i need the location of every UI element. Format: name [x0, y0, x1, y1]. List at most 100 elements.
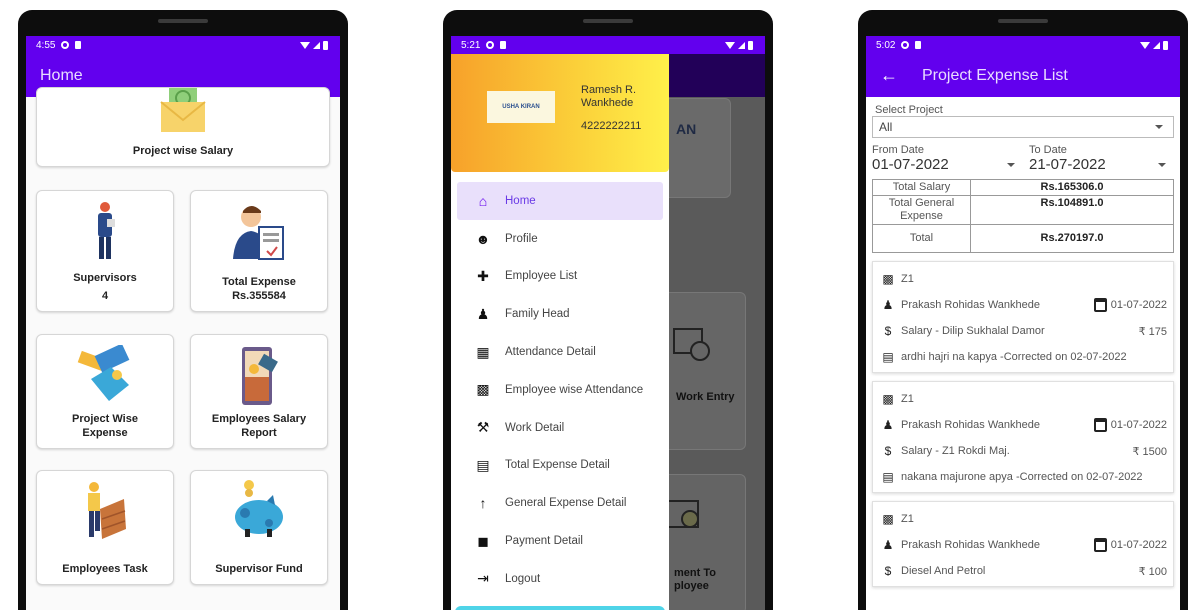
- dropdown-arrow-icon: [1158, 162, 1166, 167]
- building-icon: ▩: [882, 272, 894, 286]
- salary-report-icon: [242, 347, 278, 405]
- menu-item-label: Attendance Detail: [505, 346, 596, 359]
- card-project-wise-salary[interactable]: Project wise Salary: [36, 87, 330, 167]
- salary-icon: $: [884, 324, 892, 338]
- expense-entry[interactable]: ▩ Z1 ♟ Prakash Rohidas Wankhede 01-07-2022 …: [872, 381, 1174, 493]
- group-icon: ♟: [882, 418, 894, 432]
- card-label: ment To ployee: [674, 567, 716, 593]
- sd-card-icon: [500, 41, 507, 49]
- summary-row: Total Rs.270197.0: [872, 224, 1174, 253]
- salary-envelope-icon: [160, 88, 206, 132]
- entry-category: Salary - Dilip Sukhalal Damor: [901, 325, 1045, 337]
- card-label: Employees Salary: [211, 413, 307, 425]
- note-icon: ▤: [882, 350, 894, 364]
- home-screen: 4:55 Home Project wise Salary Supervisor…: [26, 36, 340, 610]
- card-label: Work Entry: [676, 391, 735, 403]
- badge-icon: ▩: [476, 381, 490, 398]
- summary-row: Total Salary Rs.165306.0: [872, 179, 1174, 196]
- card-employees-task[interactable]: Employees Task: [36, 470, 174, 585]
- back-arrow-icon[interactable]: ←: [880, 65, 898, 86]
- card-supervisors[interactable]: Supervisors 4: [36, 190, 174, 312]
- card-total-expense[interactable]: Total Expense Rs.355584: [190, 190, 328, 312]
- entry-amount: ₹ 175: [1138, 325, 1167, 338]
- expense-report-icon: [233, 206, 284, 260]
- menu-item-label: Family Head: [505, 308, 570, 321]
- group-icon: ♟: [882, 298, 894, 312]
- settings-icon: [61, 41, 70, 49]
- nav-drawer: USHA KIRAN Ramesh R. Wankhede 4222222211…: [451, 54, 669, 610]
- menu-item-employee-list[interactable]: ✚ Employee List: [457, 258, 663, 296]
- home-icon: ⌂: [478, 192, 488, 209]
- summary-value: Rs.165306.0: [970, 179, 1174, 196]
- sd-card-icon: [75, 41, 82, 49]
- menu-item-label: Home: [505, 194, 536, 207]
- signal-icon: [313, 41, 320, 49]
- menu-item-payment-detail[interactable]: ◼ Payment Detail: [457, 522, 663, 560]
- menu-item-logout[interactable]: ⇥ Logout: [457, 560, 663, 598]
- summary-key: Total Salary: [872, 179, 971, 196]
- card-label: Project wise Salary: [132, 145, 234, 157]
- entry-category: Diesel And Petrol: [901, 565, 986, 577]
- to-date-value: 21-07-2022: [1029, 156, 1106, 173]
- piggy-bank-icon: [235, 480, 283, 537]
- status-bar: 4:55: [26, 36, 340, 54]
- menu-item-employee-wise-attendance[interactable]: ▩ Employee wise Attendance: [457, 371, 663, 409]
- phone-expense-list: 5:02 ← Project Expense List Select Proje…: [858, 10, 1188, 610]
- expense-entry[interactable]: ▩ Z1 ♟ Prakash Rohidas Wankhede 01-07-2022 …: [872, 261, 1174, 373]
- card-value: 4: [101, 290, 109, 302]
- card-label-line1: ment To: [674, 567, 716, 579]
- menu-item-label: Employee wise Attendance: [505, 383, 644, 396]
- payment-icon: [667, 500, 699, 528]
- note-icon: ▤: [882, 470, 894, 484]
- from-date-picker[interactable]: From Date 01-07-2022: [872, 144, 1023, 173]
- expense-entry[interactable]: ▩ Z1 ♟ Prakash Rohidas Wankhede 01-07-2022 …: [872, 501, 1174, 587]
- menu-item-attendance-detail[interactable]: ▦ Attendance Detail: [457, 333, 663, 371]
- summary-table: Total Salary Rs.165306.0 Total General E…: [872, 179, 1174, 253]
- menu-item-work-detail[interactable]: ⚒ Work Detail: [457, 409, 663, 447]
- card-project-wise-expense[interactable]: Project Wise Expense: [36, 334, 174, 449]
- building-icon: ▩: [882, 392, 894, 406]
- battery-icon: [323, 40, 328, 50]
- summary-value: Rs.104891.0: [970, 195, 1174, 225]
- project-select[interactable]: All: [872, 116, 1174, 138]
- to-date-picker[interactable]: To Date 21-07-2022: [1023, 144, 1174, 173]
- wallet-card-icon: [77, 345, 130, 401]
- menu-item-total-expense-detail[interactable]: ▤ Total Expense Detail: [457, 447, 663, 485]
- entry-person: Prakash Rohidas Wankhede: [901, 419, 1041, 431]
- menu-item-general-expense-detail[interactable]: ↑ General Expense Detail: [457, 484, 663, 522]
- drawer-footer: [455, 606, 665, 610]
- card-label: Supervisors: [73, 272, 137, 284]
- summary-row: Total General Expense Rs.104891.0: [872, 195, 1174, 225]
- building-icon: ▩: [882, 512, 894, 526]
- group-icon: ♟: [882, 538, 894, 552]
- menu-item-home[interactable]: ⌂ Home: [457, 182, 663, 220]
- battery-icon: [1163, 40, 1168, 50]
- company-logo: USHA KIRAN: [487, 91, 555, 123]
- menu-item-label: Profile: [505, 232, 538, 245]
- select-project-label: Select Project: [875, 104, 943, 116]
- settings-icon: [901, 41, 910, 49]
- card-label: Total Expense: [222, 276, 296, 288]
- entry-project: Z1: [901, 513, 914, 525]
- menu-item-label: General Expense Detail: [505, 497, 627, 510]
- wifi-icon: [300, 41, 310, 49]
- card-supervisor-fund[interactable]: Supervisor Fund: [190, 470, 328, 585]
- summary-key: Total General Expense: [872, 195, 971, 225]
- calendar-icon: [1093, 538, 1107, 552]
- dropdown-arrow-icon: [1007, 162, 1015, 167]
- drawer-screen: 5:21 AN Work Entry ment To ployee USHA K…: [451, 36, 765, 610]
- status-time: 4:55: [36, 39, 56, 51]
- entry-project: Z1: [901, 393, 914, 405]
- phone-home: 4:55 Home Project wise Salary Supervisor…: [18, 10, 348, 610]
- tools-icon: ⚒: [476, 419, 490, 436]
- group-icon: ♟: [476, 305, 490, 322]
- phone-drawer: 5:21 AN Work Entry ment To ployee USHA K…: [443, 10, 773, 610]
- menu-item-family-head[interactable]: ♟ Family Head: [457, 295, 663, 333]
- summary-key: Total: [872, 224, 971, 253]
- summary-value: Rs.270197.0: [970, 224, 1174, 253]
- menu-item-profile[interactable]: ☻ Profile: [457, 220, 663, 258]
- menu-item-label: Total Expense Detail: [505, 459, 610, 472]
- battery-icon: [748, 40, 753, 50]
- from-date-label: From Date: [872, 144, 924, 156]
- card-employees-salary-report[interactable]: Employees Salary Report: [190, 334, 328, 449]
